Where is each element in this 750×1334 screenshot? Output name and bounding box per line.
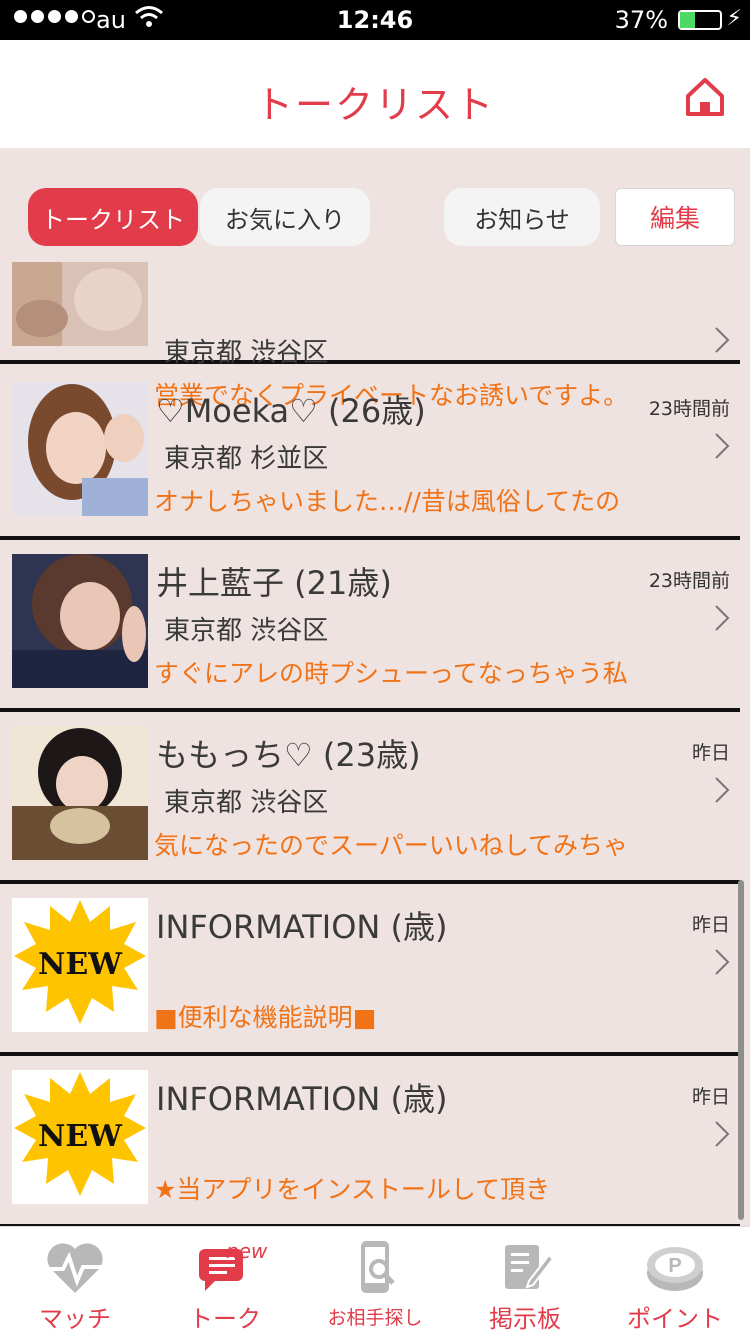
nav-bar: トークリスト [0,40,750,148]
new-badge-avatar: NEW [12,1070,148,1204]
home-button[interactable] [684,76,726,118]
tab-favorites[interactable]: お気に入り [200,188,370,246]
row-message: ■便利な機能説明■ [154,1003,377,1032]
row-time: 昨日 [691,1086,730,1108]
chevron-right-icon [715,605,730,631]
row-time: 昨日 [691,914,730,936]
row-time: 23時間前 [648,570,730,592]
tab-notices[interactable]: お知らせ [444,188,600,246]
row-message: ★当アプリをインストールして頂き [154,1175,551,1204]
talk-row[interactable]: ももっち♡ (23歳) 昨日 東京都 渋谷区 気になったのでスーパーいいねしてみ… [0,712,740,884]
svg-text:P: P [668,1255,681,1277]
chevron-right-icon [715,433,730,459]
talk-list[interactable]: 東京都 渋谷区 営業でなくプライベートなお誘いですよ。 ♡Moeka♡ (26歳… [0,262,750,1226]
avatar [12,554,148,688]
tab-label: お相手探し [327,1307,423,1329]
row-name: ♡Moeka♡ (26歳) [156,392,426,430]
edit-button[interactable]: 編集 [615,188,735,246]
row-location: 東京都 渋谷区 [164,788,329,818]
talk-row[interactable]: NEW INFORMATION (歳) 昨日 ■便利な機能説明■ [0,884,740,1056]
tab-board[interactable]: 掲示板 [450,1227,600,1334]
new-badge-avatar: NEW [12,898,148,1032]
row-name: 井上藍子 (21歳) [156,564,392,602]
new-badge: new [226,1239,268,1263]
tab-label: マッチ [39,1305,111,1333]
tab-talk-list[interactable]: トークリスト [28,188,198,246]
heart-pulse-icon [47,1243,103,1293]
board-icon [505,1245,555,1289]
row-message: オナしちゃいました…//昔は風俗してたの [154,487,621,516]
avatar [12,382,148,516]
tab-match[interactable]: マッチ [0,1227,150,1334]
battery-icon [678,10,722,30]
new-badge-text: NEW [38,947,123,982]
talk-row[interactable]: 東京都 渋谷区 営業でなくプライベートなお誘いですよ。 [0,262,740,410]
new-badge-text: NEW [38,1119,123,1154]
phone-search-icon [361,1241,395,1293]
charging-icon: ⚡ [726,6,742,31]
tab-search[interactable]: お相手探し [300,1227,450,1334]
avatar [12,262,148,346]
tab-points[interactable]: P ポイント [600,1227,750,1334]
chevron-right-icon [715,949,730,975]
row-location: 東京都 渋谷区 [164,338,329,368]
tab-label: トーク [189,1305,261,1333]
talk-row[interactable]: 井上藍子 (21歳) 23時間前 東京都 渋谷区 すぐにアレの時プシューってなっ… [0,540,740,712]
chevron-right-icon [715,327,730,353]
row-time: 昨日 [691,742,730,764]
row-message: 気になったのでスーパーいいねしてみちゃ [154,831,629,860]
tab-label: ポイント [627,1305,723,1333]
status-bar: au 12:46 37% ⚡ [0,0,750,40]
battery-percent: 37% [614,6,668,34]
row-name: INFORMATION (歳) [156,1080,448,1118]
segment-row: トークリスト お気に入り お知らせ 編集 [0,148,750,262]
row-time: 23時間前 [648,398,730,420]
row-location: 東京都 杉並区 [164,444,329,474]
tab-bar: マッチ トーク new お相手探し 掲示板 P ポイント [0,1226,750,1334]
chevron-right-icon [715,1121,730,1147]
home-icon [686,78,724,116]
row-message: すぐにアレの時プシューってなっちゃう私 [154,659,628,688]
scrollbar[interactable] [738,880,744,1220]
talk-row[interactable]: NEW INFORMATION (歳) 昨日 ★当アプリをインストールして頂き [0,1056,740,1226]
row-location: 東京都 渋谷区 [164,616,329,646]
talk-row[interactable]: ♡Moeka♡ (26歳) 23時間前 東京都 杉並区 オナしちゃいました…//… [0,368,740,540]
page-title: トークリスト [254,83,495,127]
point-coin-icon: P [647,1247,703,1291]
tab-talk[interactable]: トーク [150,1227,300,1334]
row-name: INFORMATION (歳) [156,908,448,946]
avatar [12,726,148,860]
row-name: ももっち♡ (23歳) [156,736,421,774]
tab-label: 掲示板 [489,1305,561,1333]
chevron-right-icon [715,777,730,803]
